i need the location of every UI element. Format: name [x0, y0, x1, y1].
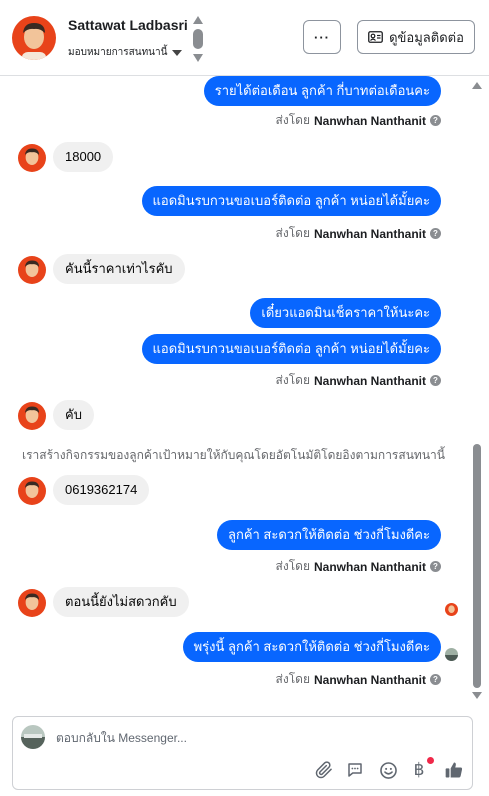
sent-by-label: ส่งโดย Nanwhan Nanthanit ? [276, 371, 441, 390]
outgoing-message: แอดมินรบกวนขอเบอร์ติดต่อ ลูกค้า หน่อยได้… [141, 186, 441, 216]
thumbs-up-icon [445, 762, 463, 778]
system-note: เราสร้างกิจกรรมของลูกค้าเป้าหมายให้กับคุ… [22, 448, 445, 462]
assign-conversation-dropdown[interactable]: มอบหมายการสนทนานี้ [68, 45, 183, 60]
customer-read-receipt [445, 603, 458, 616]
sent-by-prefix: ส่งโดย [275, 226, 310, 240]
smiley-icon [379, 761, 397, 779]
customer-avatar-small[interactable] [18, 402, 46, 430]
page-read-receipt [445, 648, 458, 661]
scrollbar-thumb[interactable] [473, 444, 481, 688]
outgoing-message: ลูกค้า สะดวกให้ติดต่อ ช่วงกี่โมงดีคะ [216, 520, 441, 550]
sent-by-prefix: ส่งโดย [275, 113, 310, 127]
like-button[interactable] [443, 759, 465, 781]
scroll-up-icon[interactable] [472, 82, 482, 89]
baht-icon: ฿ [413, 760, 425, 780]
saved-replies-button[interactable] [344, 759, 366, 781]
sent-by-agent: Nanwhan Nanthanit [313, 373, 426, 388]
outgoing-message: เดี๋ยวแอดมินเช็คราคาให้นะคะ [250, 298, 441, 328]
outgoing-message: พรุ่งนี้ ลูกค้า สะดวกให้ติดต่อ ช่วงกี่โม… [182, 632, 441, 662]
outgoing-message: แอดมินรบกวนขอเบอร์ติดต่อ ลูกค้า หน่อยได้… [141, 334, 441, 364]
incoming-message: 18000 [53, 142, 114, 172]
info-icon[interactable]: ? [430, 375, 441, 386]
outgoing-message: รายได้ต่อเดือน ลูกค้า กี่บาทต่อเดือนคะ [203, 76, 441, 106]
sent-by-agent: Nanwhan Nanthanit [313, 226, 426, 241]
incoming-message: 0619362174 [53, 475, 150, 505]
conversation-header: Sattawat Ladbasri มอบหมายการสนทนานี้ ···… [0, 0, 489, 76]
reply-composer: ฿ [12, 716, 473, 790]
sent-by-agent: Nanwhan Nanthanit [313, 113, 426, 128]
info-icon[interactable]: ? [430, 228, 441, 239]
sent-by-label: ส่งโดย Nanwhan Nanthanit ? [276, 111, 441, 130]
caret-down-icon [172, 49, 183, 56]
info-icon[interactable]: ? [430, 115, 441, 126]
sent-by-prefix: ส่งโดย [275, 373, 310, 387]
sent-by-prefix: ส่งโดย [275, 559, 310, 573]
sent-by-label: ส่งโดย Nanwhan Nanthanit ? [276, 224, 441, 243]
sent-by-agent: Nanwhan Nanthanit [313, 559, 426, 574]
paperclip-icon [315, 761, 332, 779]
more-options-button[interactable]: ··· [303, 20, 341, 54]
customer-name: Sattawat Ladbasri [68, 17, 188, 33]
sent-by-label: ส่งโดย Nanwhan Nanthanit ? [276, 557, 441, 576]
view-contact-button[interactable]: ดูข้อมูลติดต่อ [357, 20, 475, 54]
assign-label: มอบหมายการสนทนานี้ [68, 47, 168, 58]
updown-arrows-icon[interactable] [192, 16, 204, 62]
reply-input[interactable] [56, 731, 456, 745]
info-icon[interactable]: ? [430, 561, 441, 572]
attach-file-button[interactable] [313, 759, 335, 781]
scroll-down-icon[interactable] [472, 692, 482, 699]
contact-card-icon [368, 31, 383, 43]
notification-badge [427, 757, 434, 764]
customer-avatar[interactable] [12, 16, 56, 60]
sent-by-prefix: ส่งโดย [275, 672, 310, 686]
page-avatar [21, 725, 45, 749]
chat-bubble-icon [348, 763, 362, 777]
info-icon[interactable]: ? [430, 674, 441, 685]
view-contact-label: ดูข้อมูลติดต่อ [389, 29, 464, 45]
customer-avatar-small[interactable] [18, 589, 46, 617]
customer-avatar-small[interactable] [18, 144, 46, 172]
customer-avatar-small[interactable] [18, 477, 46, 505]
emoji-button[interactable] [377, 759, 399, 781]
incoming-message: ตอนนี้ยังไม่สดวกคับ [53, 587, 189, 617]
incoming-message: คับ [53, 400, 94, 430]
incoming-message: คันนี้ราคาเท่าไรคับ [53, 254, 185, 284]
sent-by-label: ส่งโดย Nanwhan Nanthanit ? [276, 670, 441, 689]
sent-by-agent: Nanwhan Nanthanit [313, 672, 426, 687]
customer-avatar-small[interactable] [18, 256, 46, 284]
